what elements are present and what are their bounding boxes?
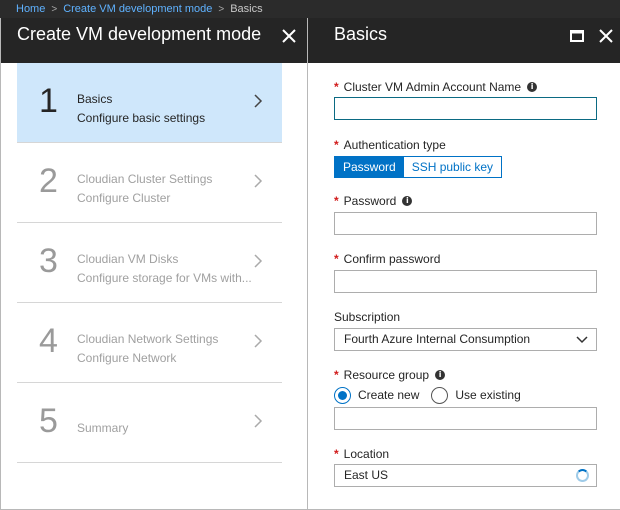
chevron-right-icon [254,414,263,428]
breadcrumb-home[interactable]: Home [16,3,45,15]
close-icon[interactable] [276,23,302,49]
required-marker: * [334,252,339,266]
subscription-value: Fourth Azure Internal Consumption [344,332,531,346]
required-marker: * [334,138,339,152]
required-marker: * [334,447,339,461]
admin-account-input[interactable] [334,97,597,120]
breadcrumb: Home > Create VM development mode > Basics [0,0,620,18]
chevron-right-icon [254,174,263,188]
auth-option-password[interactable]: Password [335,157,404,177]
radio-use-existing[interactable]: Use existing [431,386,521,404]
step-name: Basics [77,92,113,106]
required-marker: * [334,368,339,382]
wizard-blade: Create VM development mode 1 Basics Conf… [0,18,307,510]
breadcrumb-current: Basics [230,3,263,15]
step-description: Configure basic settings [77,111,206,125]
maximize-icon[interactable] [564,23,590,49]
resource-group-label-text: Resource group [343,368,430,382]
basics-header: Basics [308,18,620,63]
step-name: Cloudian VM Disks [77,252,179,266]
resource-group-options: Create new Use existing [334,386,533,404]
auth-type-label: * Authentication type [334,138,446,152]
subscription-label-text: Subscription [334,310,401,324]
required-marker: * [334,194,339,208]
step-basics[interactable]: 1 Basics Configure basic settings [17,63,282,143]
loading-spinner-icon [576,469,589,482]
step-name: Cloudian Network Settings [77,332,219,346]
chevron-right-icon: > [51,4,58,15]
location-select[interactable]: East US [334,464,597,487]
radio-unselected-icon [431,386,449,404]
password-input[interactable] [334,212,597,235]
radio-create-new-label: Create new [358,388,420,402]
step-cluster-settings[interactable]: 2 Cloudian Cluster Settings Configure Cl… [17,143,282,223]
step-summary[interactable]: 5 Summary [17,383,282,463]
step-description: Configure storage for VMs with... [77,271,252,285]
password-label-text: Password [343,194,397,208]
subscription-select[interactable]: Fourth Azure Internal Consumption [334,328,597,351]
radio-use-existing-label: Use existing [455,388,521,402]
step-number: 2 [39,162,58,200]
confirm-password-label: * Confirm password [334,252,440,266]
step-number: 1 [39,82,58,120]
location-value: East US [344,468,389,482]
chevron-right-icon [254,254,263,268]
info-icon[interactable]: i [402,196,413,206]
chevron-down-icon [576,336,588,344]
step-vm-disks[interactable]: 3 Cloudian VM Disks Configure storage fo… [17,223,282,303]
step-number: 4 [39,322,58,360]
wizard-title: Create VM development mode [17,24,262,44]
resource-group-label: * Resource group i [334,368,446,382]
subscription-label: Subscription [334,310,400,324]
wizard-steps: 1 Basics Configure basic settings 2 Clou… [17,63,282,463]
admin-account-label: * Cluster VM Admin Account Name i [334,80,538,94]
location-label: * Location [334,447,389,461]
auth-type-toggle: Password SSH public key [334,156,503,178]
password-label: * Password i [334,194,413,208]
basics-title: Basics [334,24,388,44]
step-name: Cloudian Cluster Settings [77,172,213,186]
info-icon[interactable]: i [435,370,446,380]
chevron-right-icon [254,334,263,348]
admin-account-label-text: Cluster VM Admin Account Name [343,80,522,94]
info-icon[interactable]: i [527,82,538,92]
required-marker: * [334,80,339,94]
auth-type-label-text: Authentication type [343,138,446,152]
resource-group-input[interactable] [334,407,597,430]
close-icon[interactable] [593,23,619,49]
location-label-text: Location [343,447,390,461]
chevron-right-icon [254,94,263,108]
radio-selected-icon [334,386,351,404]
chevron-right-icon: > [218,4,225,15]
step-description: Configure Network [77,351,177,365]
wizard-header: Create VM development mode [1,18,307,63]
basics-blade: Basics * Cluster VM Admin Account Name i… [307,18,620,510]
step-name: Summary [77,421,129,435]
confirm-password-label-text: Confirm password [343,252,441,266]
confirm-password-input[interactable] [334,270,597,293]
step-number: 5 [39,402,58,440]
radio-create-new[interactable]: Create new [334,386,420,404]
breadcrumb-create-vm[interactable]: Create VM development mode [63,3,212,15]
step-number: 3 [39,242,58,280]
auth-option-ssh-key[interactable]: SSH public key [403,157,502,177]
step-description: Configure Cluster [77,191,171,205]
step-network-settings[interactable]: 4 Cloudian Network Settings Configure Ne… [17,303,282,383]
